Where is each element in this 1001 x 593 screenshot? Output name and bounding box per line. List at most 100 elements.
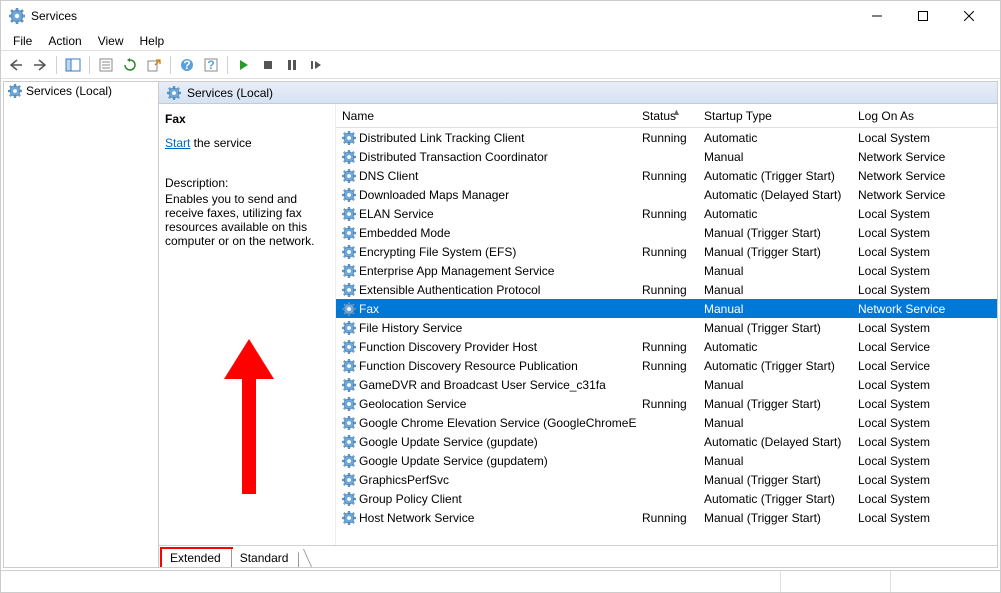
- service-row[interactable]: Embedded ModeManual (Trigger Start)Local…: [336, 223, 997, 242]
- cell-name: Google Update Service (gupdatem): [336, 454, 636, 468]
- cell-name: Google Chrome Elevation Service (GoogleC…: [336, 416, 636, 430]
- service-row[interactable]: Geolocation ServiceRunningManual (Trigge…: [336, 394, 997, 413]
- toolbar-separator: [89, 56, 90, 74]
- restart-service-button[interactable]: [305, 54, 327, 76]
- cell-logon: Network Service: [852, 188, 997, 202]
- export-button[interactable]: [143, 54, 165, 76]
- cell-logon: Local System: [852, 511, 997, 525]
- service-icon: [342, 283, 356, 297]
- cell-logon: Local System: [852, 131, 997, 145]
- service-row[interactable]: Google Update Service (gupdatem)ManualLo…: [336, 451, 997, 470]
- cell-name: Encrypting File System (EFS): [336, 245, 636, 259]
- service-row[interactable]: Extensible Authentication ProtocolRunnin…: [336, 280, 997, 299]
- cell-startup-type: Automatic (Trigger Start): [698, 169, 852, 183]
- cell-name: Function Discovery Provider Host: [336, 340, 636, 354]
- titlebar: Services: [1, 1, 1000, 31]
- cell-startup-type: Manual (Trigger Start): [698, 511, 852, 525]
- selected-service-name: Fax: [165, 112, 329, 126]
- help-button[interactable]: ?: [176, 54, 198, 76]
- service-icon: [342, 188, 356, 202]
- cell-status: Running: [636, 131, 698, 145]
- back-button[interactable]: [5, 54, 27, 76]
- tab-extended[interactable]: Extended: [161, 549, 232, 567]
- menu-file[interactable]: File: [5, 32, 40, 50]
- help-alt-button[interactable]: ?: [200, 54, 222, 76]
- svg-text:?: ?: [183, 58, 190, 72]
- tree-node-label: Services (Local): [26, 84, 112, 98]
- minimize-button[interactable]: [854, 1, 900, 31]
- cell-status: Running: [636, 283, 698, 297]
- service-row[interactable]: FaxManualNetwork Service: [336, 299, 997, 318]
- forward-button[interactable]: [29, 54, 51, 76]
- col-header-name[interactable]: Name: [336, 109, 636, 123]
- cell-name: ELAN Service: [336, 207, 636, 221]
- service-row[interactable]: Group Policy ClientAutomatic (Trigger St…: [336, 489, 997, 508]
- cell-status: Running: [636, 359, 698, 373]
- col-header-startup-type[interactable]: Startup Type: [698, 109, 852, 123]
- service-row[interactable]: ELAN ServiceRunningAutomaticLocal System: [336, 204, 997, 223]
- service-icon: [342, 150, 356, 164]
- cell-status: Running: [636, 207, 698, 221]
- service-row[interactable]: Distributed Transaction CoordinatorManua…: [336, 147, 997, 166]
- service-icon: [342, 473, 356, 487]
- refresh-button[interactable]: [119, 54, 141, 76]
- service-icon: [342, 378, 356, 392]
- cell-status: Running: [636, 511, 698, 525]
- cell-startup-type: Manual (Trigger Start): [698, 397, 852, 411]
- service-row[interactable]: Host Network ServiceRunningManual (Trigg…: [336, 508, 997, 527]
- service-row[interactable]: Encrypting File System (EFS)RunningManua…: [336, 242, 997, 261]
- menubar: File Action View Help: [1, 31, 1000, 51]
- cell-logon: Local Service: [852, 340, 997, 354]
- service-row[interactable]: Google Chrome Elevation Service (GoogleC…: [336, 413, 997, 432]
- service-row[interactable]: GraphicsPerfSvcManual (Trigger Start)Loc…: [336, 470, 997, 489]
- cell-logon: Local System: [852, 397, 997, 411]
- service-icon: [342, 226, 356, 240]
- cell-startup-type: Automatic: [698, 207, 852, 221]
- cell-name: Distributed Link Tracking Client: [336, 131, 636, 145]
- menu-help[interactable]: Help: [132, 32, 173, 50]
- maximize-button[interactable]: [900, 1, 946, 31]
- start-service-button[interactable]: [233, 54, 255, 76]
- service-row[interactable]: Function Discovery Resource PublicationR…: [336, 356, 997, 375]
- service-row[interactable]: GameDVR and Broadcast User Service_c31fa…: [336, 375, 997, 394]
- service-row[interactable]: Downloaded Maps ManagerAutomatic (Delaye…: [336, 185, 997, 204]
- cell-startup-type: Manual (Trigger Start): [698, 226, 852, 240]
- toolbar-separator: [227, 56, 228, 74]
- show-hide-tree-button[interactable]: [62, 54, 84, 76]
- tab-standard-label: Standard: [240, 551, 289, 565]
- description-label: Description:: [165, 176, 329, 190]
- cell-name: Extensible Authentication Protocol: [336, 283, 636, 297]
- cell-logon: Network Service: [852, 150, 997, 164]
- properties-button[interactable]: [95, 54, 117, 76]
- console-tree: Services (Local): [4, 82, 159, 567]
- menu-action[interactable]: Action: [40, 32, 89, 50]
- cell-startup-type: Manual (Trigger Start): [698, 473, 852, 487]
- menu-view[interactable]: View: [90, 32, 132, 50]
- stop-service-button[interactable]: [257, 54, 279, 76]
- service-row[interactable]: DNS ClientRunningAutomatic (Trigger Star…: [336, 166, 997, 185]
- tab-standard[interactable]: Standard: [231, 549, 300, 567]
- service-row[interactable]: Distributed Link Tracking ClientRunningA…: [336, 128, 997, 147]
- grid-body[interactable]: Distributed Link Tracking ClientRunningA…: [336, 128, 997, 545]
- svg-text:?: ?: [207, 58, 214, 72]
- pause-service-button[interactable]: [281, 54, 303, 76]
- service-row[interactable]: File History ServiceManual (Trigger Star…: [336, 318, 997, 337]
- cell-startup-type: Manual: [698, 454, 852, 468]
- cell-logon: Local System: [852, 473, 997, 487]
- service-icon: [342, 416, 356, 430]
- workspace: Services (Local) Services (Local) Fax St…: [3, 81, 998, 568]
- service-row[interactable]: Google Update Service (gupdate)Automatic…: [336, 432, 997, 451]
- service-row[interactable]: Enterprise App Management ServiceManualL…: [336, 261, 997, 280]
- services-grid: Name ▲ Status Startup Type Log On As Dis…: [335, 104, 997, 545]
- cell-logon: Local System: [852, 226, 997, 240]
- cell-logon: Local Service: [852, 359, 997, 373]
- cell-logon: Local System: [852, 321, 997, 335]
- tree-node-services-local[interactable]: Services (Local): [4, 82, 158, 100]
- start-service-link[interactable]: Start: [165, 136, 190, 150]
- app-icon: [9, 8, 25, 24]
- col-header-logon[interactable]: Log On As: [852, 109, 997, 123]
- close-button[interactable]: [946, 1, 992, 31]
- col-header-status[interactable]: Status: [636, 109, 698, 123]
- service-row[interactable]: Function Discovery Provider HostRunningA…: [336, 337, 997, 356]
- service-icon: [342, 302, 356, 316]
